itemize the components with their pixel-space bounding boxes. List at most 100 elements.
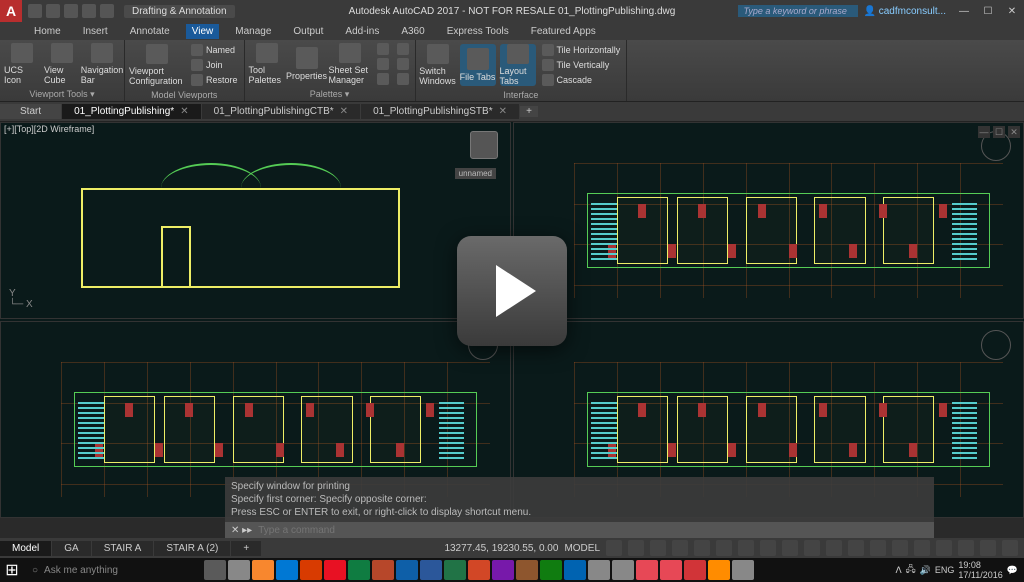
command-prompt-icon[interactable]: ✕ ▸▸ — [225, 525, 258, 536]
tab-express[interactable]: Express Tools — [441, 24, 515, 39]
named-button[interactable]: Named — [189, 43, 240, 57]
restore-button[interactable]: Restore — [189, 73, 240, 87]
taskbar-app-5[interactable] — [324, 560, 346, 580]
taskbar-app-2[interactable] — [252, 560, 274, 580]
tab-a360[interactable]: A360 — [395, 24, 430, 39]
tray-notifications-icon[interactable]: 💬 — [1007, 565, 1018, 576]
add-tab-button[interactable]: + — [520, 106, 538, 117]
taskbar-app-17[interactable] — [612, 560, 634, 580]
maximize-button[interactable]: ☐ — [976, 6, 1000, 17]
status-workspace-icon[interactable] — [826, 540, 842, 556]
status-clean-icon[interactable] — [980, 540, 996, 556]
palette-icon-1[interactable] — [375, 42, 391, 56]
viewport-tl[interactable]: unnamed Y└─ X — [0, 122, 511, 319]
tray-language[interactable]: ENG — [935, 565, 955, 575]
status-cycling-icon[interactable] — [782, 540, 798, 556]
start-tab[interactable]: Start — [0, 104, 61, 119]
navwheel-icon[interactable] — [981, 330, 1011, 360]
qat-save-icon[interactable] — [64, 4, 78, 18]
viewport-tr[interactable] — [513, 122, 1024, 319]
tab-home[interactable]: Home — [28, 24, 67, 39]
taskbar-app-11[interactable] — [468, 560, 490, 580]
status-otrack-icon[interactable] — [716, 540, 732, 556]
viewcube-widget[interactable] — [470, 131, 498, 159]
cascade-button[interactable]: Cascade — [540, 73, 623, 87]
status-snap-icon[interactable] — [628, 540, 644, 556]
tile-vertical-button[interactable]: Tile Vertically — [540, 58, 623, 72]
status-annomonitor-icon[interactable] — [848, 540, 864, 556]
viewport-label[interactable]: [+][Top][2D Wireframe] — [4, 124, 94, 134]
taskbar-app-8[interactable] — [396, 560, 418, 580]
navbar-button[interactable]: Navigation Bar — [84, 43, 120, 85]
video-play-button[interactable] — [457, 236, 567, 346]
layout-tab-stair-a[interactable]: STAIR A — [92, 541, 154, 556]
file-tabs-button[interactable]: File Tabs — [460, 44, 496, 86]
taskbar-app-22[interactable] — [732, 560, 754, 580]
status-polar-icon[interactable] — [672, 540, 688, 556]
palette-icon-6[interactable] — [395, 72, 411, 86]
switch-windows-button[interactable]: Switch Windows — [420, 44, 456, 86]
palette-icon-4[interactable] — [395, 42, 411, 56]
layout-tab-stair-a2[interactable]: STAIR A (2) — [154, 541, 230, 556]
taskbar-app-4[interactable] — [300, 560, 322, 580]
taskbar-app-1[interactable] — [228, 560, 250, 580]
qat-undo-icon[interactable] — [82, 4, 96, 18]
app-logo[interactable]: A — [0, 0, 22, 22]
taskbar-app-13[interactable] — [516, 560, 538, 580]
tile-horizontal-button[interactable]: Tile Horizontally — [540, 43, 623, 57]
sheet-set-button[interactable]: Sheet Set Manager — [329, 43, 371, 85]
palette-icon-5[interactable] — [395, 57, 411, 71]
taskbar-app-0[interactable] — [204, 560, 226, 580]
status-transparency-icon[interactable] — [760, 540, 776, 556]
space-indicator[interactable]: MODEL — [564, 543, 600, 554]
file-tab-1[interactable]: 01_PlottingPublishingCTB*✕ — [202, 104, 360, 119]
taskbar-app-14[interactable] — [540, 560, 562, 580]
vp-close-icon[interactable]: ✕ — [1008, 126, 1020, 138]
vp-minimize-icon[interactable]: — — [978, 126, 990, 138]
close-tab-icon[interactable]: ✕ — [499, 106, 507, 117]
command-input-bar[interactable]: ✕ ▸▸ — [225, 522, 934, 538]
taskbar-app-20[interactable] — [684, 560, 706, 580]
status-lock-icon[interactable] — [914, 540, 930, 556]
taskbar-app-16[interactable] — [588, 560, 610, 580]
taskbar-app-21[interactable] — [708, 560, 730, 580]
status-lweight-icon[interactable] — [738, 540, 754, 556]
file-tab-2[interactable]: 01_PlottingPublishingSTB*✕ — [361, 104, 519, 119]
viewcube-button[interactable]: View Cube — [44, 43, 80, 85]
taskbar-app-3[interactable] — [276, 560, 298, 580]
taskbar-app-6[interactable] — [348, 560, 370, 580]
tray-network-icon[interactable]: 🖧 — [906, 562, 916, 578]
layout-tab-model[interactable]: Model — [0, 541, 51, 556]
tray-volume-icon[interactable]: 🔊 — [920, 565, 931, 576]
taskbar-app-18[interactable] — [636, 560, 658, 580]
taskbar-app-12[interactable] — [492, 560, 514, 580]
close-button[interactable]: ✕ — [1000, 6, 1024, 17]
signin-user[interactable]: 👤 cadfmconsult... — [858, 6, 953, 17]
tab-output[interactable]: Output — [287, 24, 329, 39]
taskbar-app-9[interactable] — [420, 560, 442, 580]
join-button[interactable]: Join — [189, 58, 240, 72]
qat-redo-icon[interactable] — [100, 4, 114, 18]
add-layout-button[interactable]: + — [231, 541, 261, 556]
vp-maximize-icon[interactable]: ☐ — [993, 126, 1005, 138]
status-quickprops-icon[interactable] — [892, 540, 908, 556]
tool-palettes-button[interactable]: Tool Palettes — [249, 43, 285, 85]
tab-insert[interactable]: Insert — [77, 24, 114, 39]
ucs-icon-button[interactable]: UCS Icon — [4, 43, 40, 85]
tab-featured[interactable]: Featured Apps — [525, 24, 602, 39]
taskbar-app-15[interactable] — [564, 560, 586, 580]
status-ortho-icon[interactable] — [650, 540, 666, 556]
command-input[interactable] — [258, 525, 934, 536]
layout-tabs-button[interactable]: Layout Tabs — [500, 44, 536, 86]
status-isolate-icon[interactable] — [958, 540, 974, 556]
start-button[interactable]: ⊞ — [0, 558, 24, 582]
close-tab-icon[interactable]: ✕ — [340, 106, 348, 117]
file-tab-0[interactable]: 01_PlottingPublishing*✕ — [62, 104, 200, 119]
cortana-search[interactable]: ○ Ask me anything — [24, 565, 204, 576]
qat-open-icon[interactable] — [46, 4, 60, 18]
qat-new-icon[interactable] — [28, 4, 42, 18]
tab-annotate[interactable]: Annotate — [124, 24, 176, 39]
status-hardware-icon[interactable] — [936, 540, 952, 556]
tray-chevron-icon[interactable]: ᐱ — [895, 565, 901, 576]
properties-button[interactable]: Properties — [289, 43, 325, 85]
